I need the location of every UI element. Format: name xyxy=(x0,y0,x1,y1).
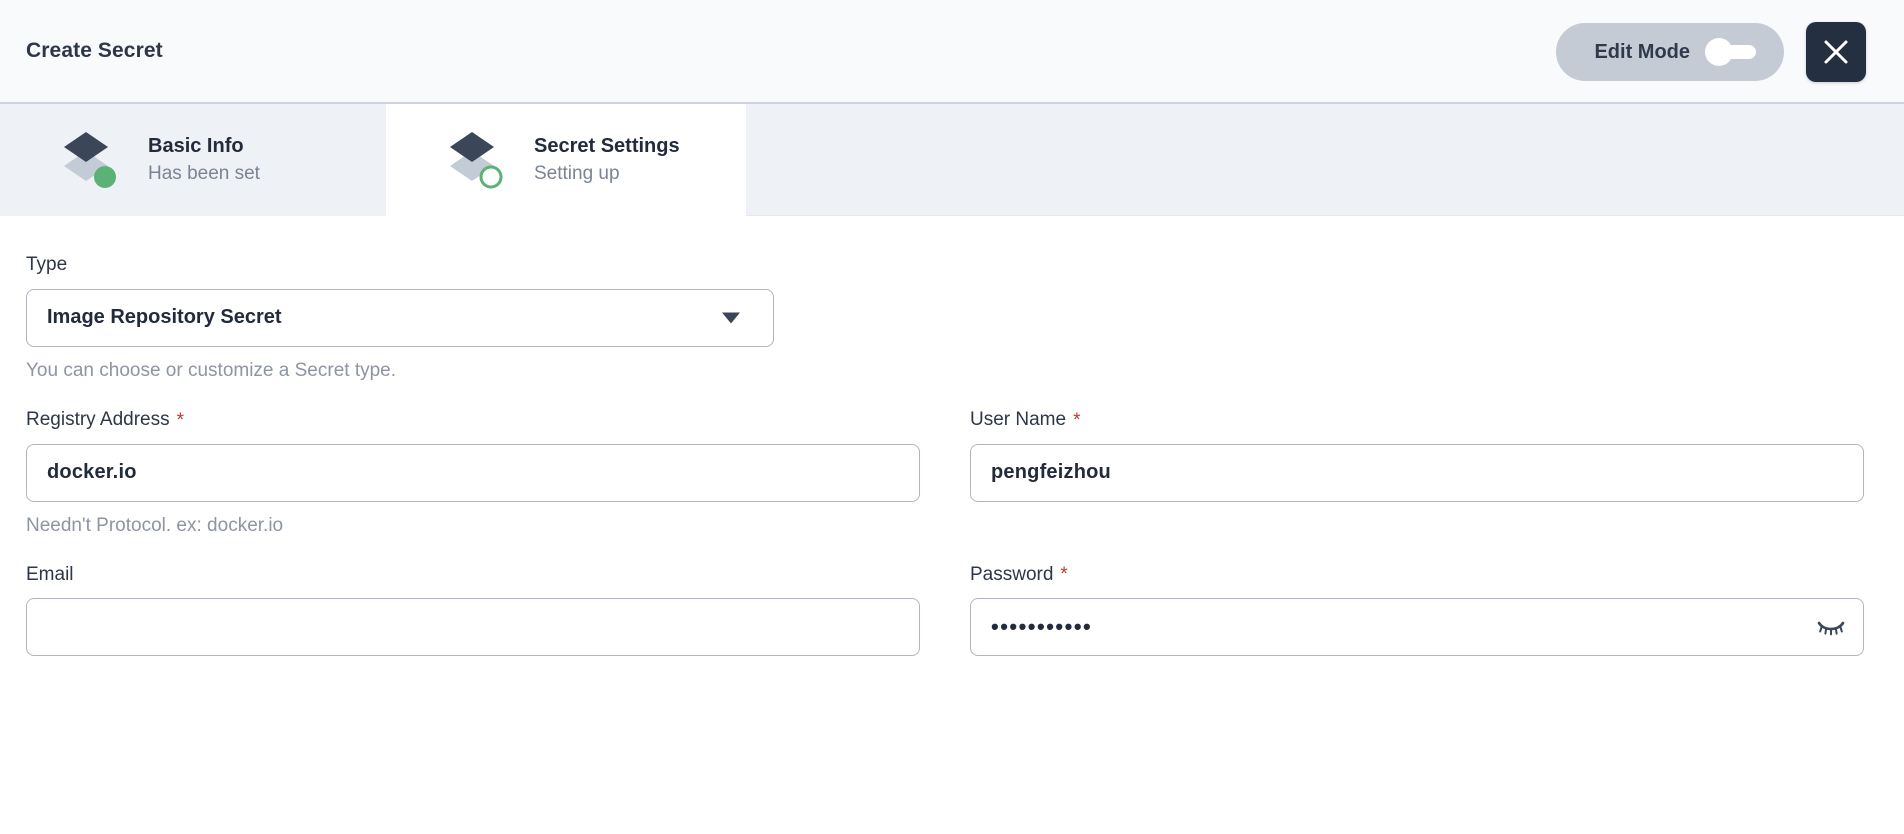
wizard-tabbar: Basic Info Has been set Secret Settings … xyxy=(0,104,1904,216)
email-label: Email xyxy=(26,564,920,587)
type-select[interactable]: Image Repository Secret xyxy=(26,288,774,347)
registry-address-hint: Needn't Protocol. ex: docker.io xyxy=(26,514,284,536)
field-user-name: User Name * pengfeizhou xyxy=(970,409,1864,537)
password-value: ••••••••••• xyxy=(991,614,1093,640)
required-asterisk: * xyxy=(1073,409,1081,431)
password-label: Password * xyxy=(970,564,1864,587)
type-select-value: Image Repository Secret xyxy=(47,306,282,329)
type-select-wrap: Image Repository Secret xyxy=(26,288,774,347)
registry-address-label-text: Registry Address xyxy=(26,408,170,430)
type-hint: You can choose or customize a Secret typ… xyxy=(26,359,397,381)
tab-secret-settings-label: Secret Settings xyxy=(534,135,680,157)
switch-knob xyxy=(1705,38,1733,66)
password-input[interactable]: ••••••••••• xyxy=(970,598,1864,657)
email-input[interactable] xyxy=(26,598,920,657)
tab-basic-info-text: Basic Info Has been set xyxy=(148,135,260,185)
close-button[interactable] xyxy=(1806,22,1866,82)
field-email: Email xyxy=(26,564,920,657)
tab-secret-settings[interactable]: Secret Settings Setting up xyxy=(386,104,746,216)
password-label-text: Password xyxy=(970,563,1054,585)
required-asterisk: * xyxy=(1060,564,1068,586)
field-registry-address: Registry Address * docker.io Needn't Pro… xyxy=(26,409,920,537)
eye-closed-icon[interactable] xyxy=(1815,616,1847,638)
email-label-text: Email xyxy=(26,563,74,585)
tab-basic-info-status: Has been set xyxy=(148,163,260,184)
field-type: Type Image Repository Secret You can cho… xyxy=(26,254,1878,382)
user-name-input[interactable]: pengfeizhou xyxy=(970,443,1864,502)
registry-address-input[interactable]: docker.io xyxy=(26,443,920,502)
layers-inprogress-icon xyxy=(442,127,512,193)
tab-basic-info-label: Basic Info xyxy=(148,135,244,157)
user-name-value: pengfeizhou xyxy=(991,461,1111,484)
user-name-label-text: User Name xyxy=(970,408,1067,430)
registry-address-value: docker.io xyxy=(47,461,137,484)
field-password: Password * ••••••••••• xyxy=(970,564,1864,657)
header-actions: Edit Mode xyxy=(1556,0,1904,104)
edit-mode-switch[interactable] xyxy=(1705,38,1756,66)
dialog-header: Create Secret Edit Mode xyxy=(0,0,1904,104)
tab-basic-info[interactable]: Basic Info Has been set xyxy=(0,104,386,216)
row-registry-username: Registry Address * docker.io Needn't Pro… xyxy=(26,409,1878,537)
edit-mode-toggle[interactable]: Edit Mode xyxy=(1556,23,1784,81)
tabbar-filler xyxy=(746,104,1904,215)
tab-secret-settings-status: Setting up xyxy=(534,163,620,184)
row-email-password: Email Password * ••••••••••• xyxy=(26,564,1878,657)
close-icon xyxy=(1821,37,1851,67)
required-asterisk: * xyxy=(176,409,185,431)
user-name-label: User Name * xyxy=(970,409,1864,432)
page-title: Create Secret xyxy=(26,39,163,62)
tab-secret-settings-text: Secret Settings Setting up xyxy=(534,135,680,185)
registry-address-label: Registry Address * xyxy=(26,409,920,432)
type-label: Type xyxy=(26,254,1878,277)
edit-mode-label: Edit Mode xyxy=(1594,40,1690,63)
layers-complete-icon xyxy=(56,127,126,193)
type-label-text: Type xyxy=(26,254,68,275)
secret-settings-form: Type Image Repository Secret You can cho… xyxy=(0,216,1904,657)
